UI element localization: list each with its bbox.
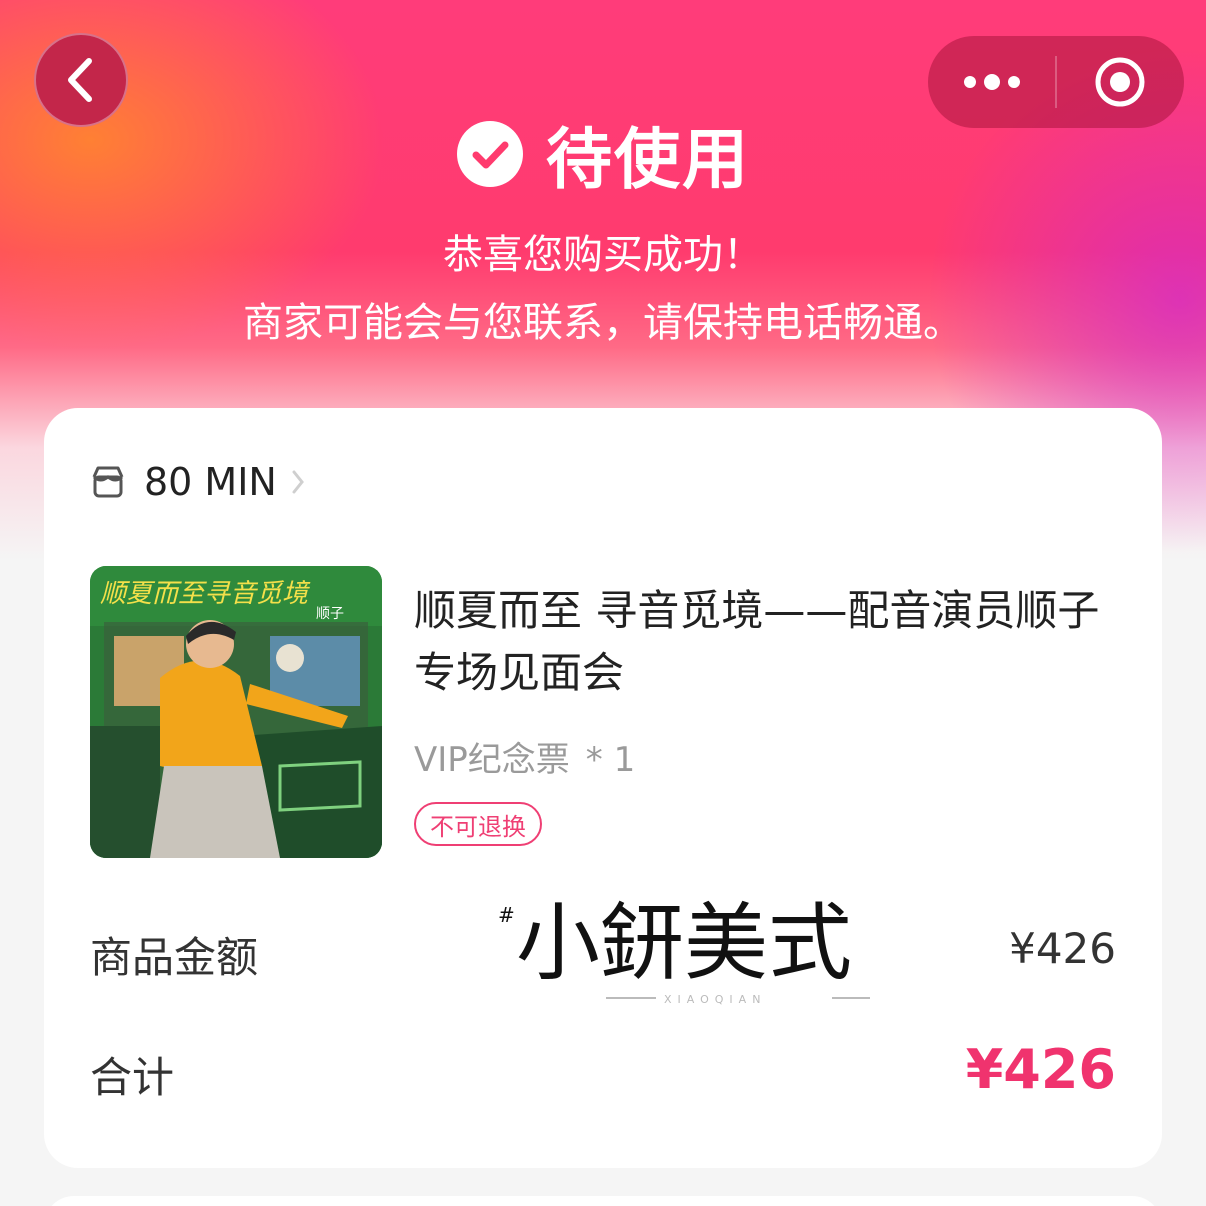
success-message: 恭喜您购买成功！ [443, 232, 763, 278]
shop-name: 80 MIN [144, 460, 277, 504]
item-title: 顺夏而至 寻音觅境——配音演员顺子专场见面会 [414, 586, 1100, 697]
total-value: ¥426 [965, 1038, 1116, 1101]
ticket-quantity: * 1 [585, 740, 636, 780]
next-card [44, 1196, 1162, 1206]
poster-subtitle: 顺子 [316, 606, 344, 622]
watermark-sub: XIAOQIAN [664, 993, 766, 1006]
subtotal-label: 商品金额 [90, 933, 259, 982]
check-circle-icon [457, 121, 523, 187]
status-label: 待使用 [546, 121, 750, 198]
order-status: 待使用 [0, 112, 1206, 198]
watermark-logo: # 小鈃美式 XIAOQIAN [498, 894, 870, 1006]
ticket-type: VIP纪念票 [414, 740, 570, 780]
watermark-text: 小鈃美式 [516, 894, 852, 992]
poster-title: 顺夏而至寻音觅境 [100, 579, 311, 609]
store-icon [92, 466, 124, 498]
poster-image: 顺夏而至寻音觅境 顺子 [90, 566, 382, 858]
target-close-icon [1095, 57, 1145, 107]
total-label: 合计 [90, 1053, 175, 1102]
no-refund-badge: 不可退换 [414, 802, 542, 846]
watermark-hash: # [498, 903, 515, 927]
subtotal-value: ¥426 [1009, 924, 1116, 973]
chevron-right-icon [292, 470, 304, 494]
contact-notice: 商家可能会与您联系，请保持电话畅通。 [243, 300, 963, 346]
chevron-left-icon [68, 58, 92, 102]
shop-link[interactable]: 80 MIN [90, 460, 305, 504]
more-dots-icon [963, 74, 1020, 90]
event-poster[interactable]: 顺夏而至寻音觅境 顺子 [90, 566, 382, 858]
ticket-spec: VIP纪念票 * 1 [414, 732, 635, 781]
order-card: 80 MIN 顺夏而至寻音觅境 顺子 顺夏而至 寻音觅境——配音演员顺子专场见面… [44, 408, 1162, 1168]
